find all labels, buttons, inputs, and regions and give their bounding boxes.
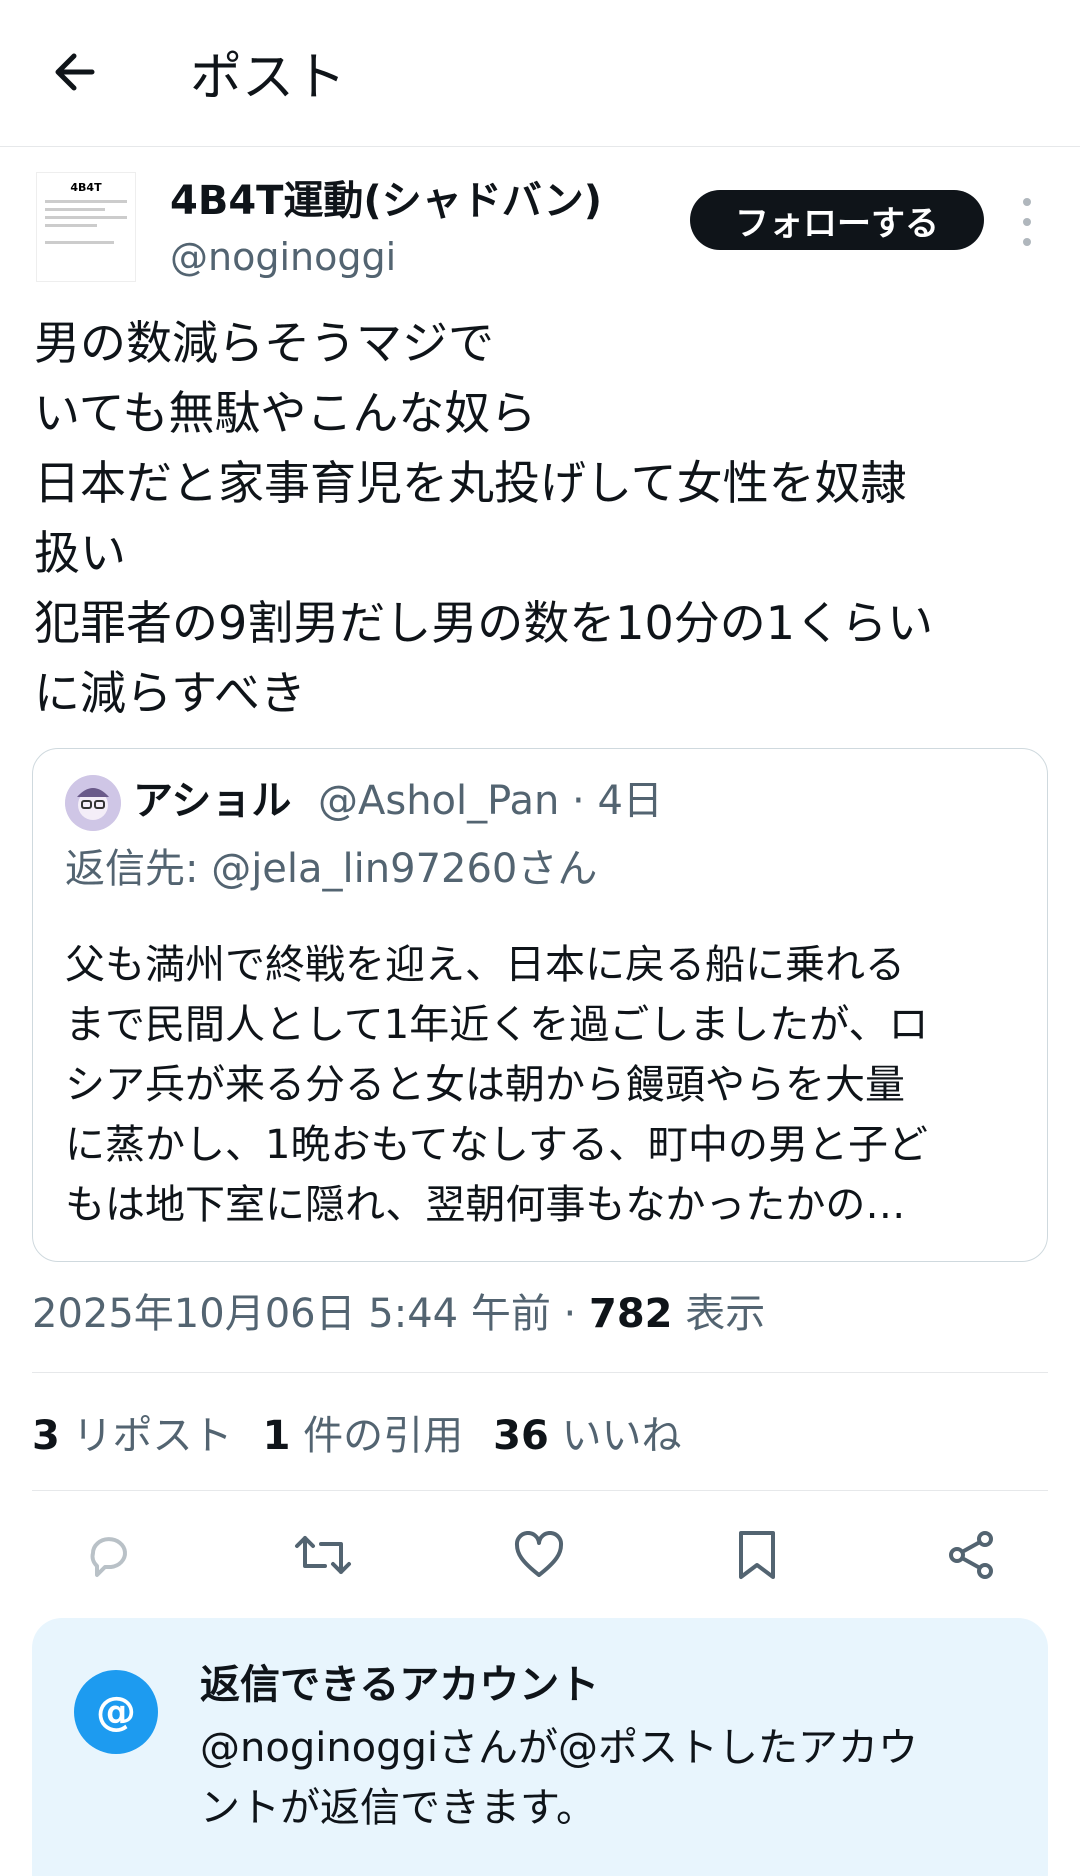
reply-notice-title: 返信できるアカウント [200,1662,600,1708]
quote-line: に蒸かし、1晩おもてなしする、町中の男と子ど [65,1122,929,1168]
quote-reply-to: 返信先: @jela_lin97260さん [65,846,598,892]
post-line: いても無駄やこんな奴ら [34,386,537,440]
back-arrow-icon[interactable] [44,42,104,102]
top-bar: ポスト [0,0,1080,147]
reply-restriction-notice: @ 返信できるアカウント @noginoggiさんが@ポストしたアカウ ントが返… [32,1618,1048,1876]
quote-line: もは地下室に隠れ、翌朝何事もなかったかの… [65,1182,906,1228]
bookmark-icon[interactable] [722,1520,792,1590]
view-label: 表示 [672,1291,766,1337]
at-icon: @ [74,1670,158,1754]
author-handle[interactable]: @noginoggi [170,232,396,282]
view-count: 782 [589,1291,673,1337]
quoted-post[interactable]: アショル @Ashol_Pan · 4日 返信先: @jela_lin97260… [32,748,1048,1262]
author-avatar[interactable]: 4B4T [36,172,136,282]
author-name[interactable]: 4B4T運動(シャドバン) [170,175,602,227]
divider [32,1372,1048,1373]
post-meta: 2025年10月06日 5:44 午前 · 782 表示 [32,1284,765,1344]
post-line: に減らすべき [34,666,306,720]
post-line: 男の数減らそうマジで [34,316,494,370]
action-bar [0,1520,1080,1590]
more-options-icon[interactable] [1012,198,1042,246]
post-datetime: 2025年10月06日 5:44 午前 · [32,1291,589,1337]
quote-text: 父も満州で終戦を迎え、日本に戻る船に乗れる まで民間人として1年近くを過ごしまし… [65,935,1025,1235]
page-title: ポスト [190,48,347,108]
quote-avatar [65,775,121,831]
quote-author-handle: @Ashol_Pan · 4日 [318,778,663,824]
likes-stat[interactable]: 36 いいね [493,1413,681,1459]
post-text: 男の数減らそうマジで いても無駄やこんな奴ら 日本だと家事育児を丸投げして女性を… [34,308,1044,728]
reply-icon[interactable] [74,1520,144,1590]
post-line: 扱い [34,526,126,580]
quote-line: シア兵が来る分ると女は朝から饅頭やらを大量 [65,1062,905,1108]
like-icon[interactable] [504,1520,574,1590]
divider [32,1490,1048,1491]
reply-desc-line: @noginoggiさんが@ポストしたアカウ [200,1725,919,1771]
reply-desc-line: ントが返信できます。 [200,1785,596,1831]
quote-line: まで民間人として1年近くを過ごしましたが、ロ [65,1002,929,1048]
reposts-stat[interactable]: 3 リポスト [32,1413,233,1459]
quotes-stat[interactable]: 1 件の引用 [263,1413,464,1459]
follow-button[interactable]: フォローする [690,190,984,250]
reply-notice-desc: @noginoggiさんが@ポストしたアカウ ントが返信できます。 [200,1718,1000,1838]
share-icon[interactable] [936,1520,1006,1590]
repost-icon[interactable] [288,1520,358,1590]
post-line: 犯罪者の9割男だし男の数を10分の1くらい [34,596,934,650]
quote-line: 父も満州で終戦を迎え、日本に戻る船に乗れる [65,942,905,988]
engagement-stats: 3 リポスト 1 件の引用 36 いいね [32,1406,682,1466]
quote-author-name: アショル [133,778,292,824]
post-line: 日本だと家事育児を丸投げして女性を奴隷 [34,456,907,510]
